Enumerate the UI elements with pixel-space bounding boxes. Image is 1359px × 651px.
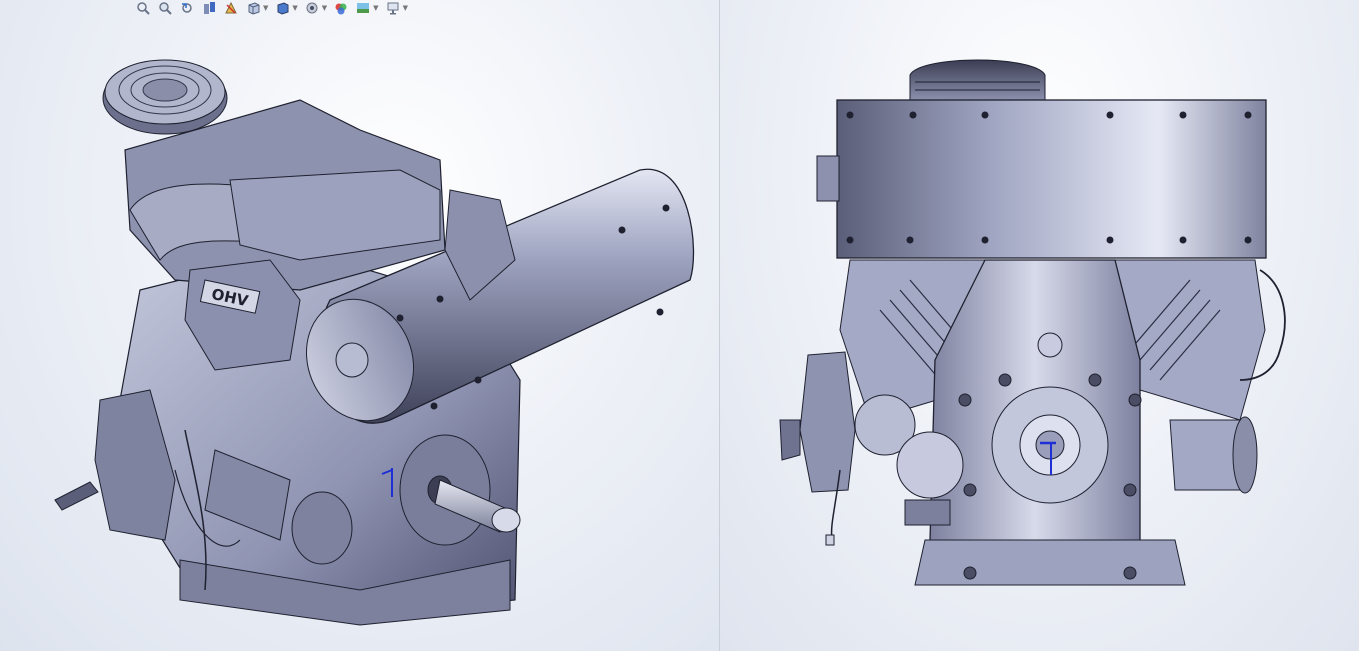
heads-up-view-toolbar: ▼ ▼ ▼ ▼ ▼: [135, 0, 408, 16]
apply-scene-icon[interactable]: [355, 1, 371, 15]
view-settings-icon[interactable]: [385, 1, 401, 15]
graphics-viewport-front[interactable]: [720, 0, 1359, 651]
graphics-viewport-isometric[interactable]: ▼ ▼ ▼ ▼ ▼ OHV: [0, 0, 720, 651]
engine-model-front[interactable]: [720, 0, 1359, 651]
edit-appearance-icon[interactable]: [333, 1, 349, 15]
zoom-to-fit-icon[interactable]: [135, 1, 151, 15]
chevron-down-icon[interactable]: ▼: [292, 4, 297, 12]
hide-show-items-icon[interactable]: [304, 1, 320, 15]
engine-model-isometric[interactable]: OHV: [0, 0, 720, 651]
display-style-icon[interactable]: [274, 1, 290, 15]
section-view-icon[interactable]: [201, 1, 217, 15]
dynamic-annotation-icon[interactable]: [223, 1, 239, 15]
previous-view-icon[interactable]: [179, 1, 195, 15]
chevron-down-icon[interactable]: ▼: [263, 4, 268, 12]
chevron-down-icon[interactable]: ▼: [373, 4, 378, 12]
zoom-to-area-icon[interactable]: [157, 1, 173, 15]
chevron-down-icon[interactable]: ▼: [322, 4, 327, 12]
view-orientation-icon[interactable]: [245, 1, 261, 15]
chevron-down-icon[interactable]: ▼: [403, 4, 408, 12]
